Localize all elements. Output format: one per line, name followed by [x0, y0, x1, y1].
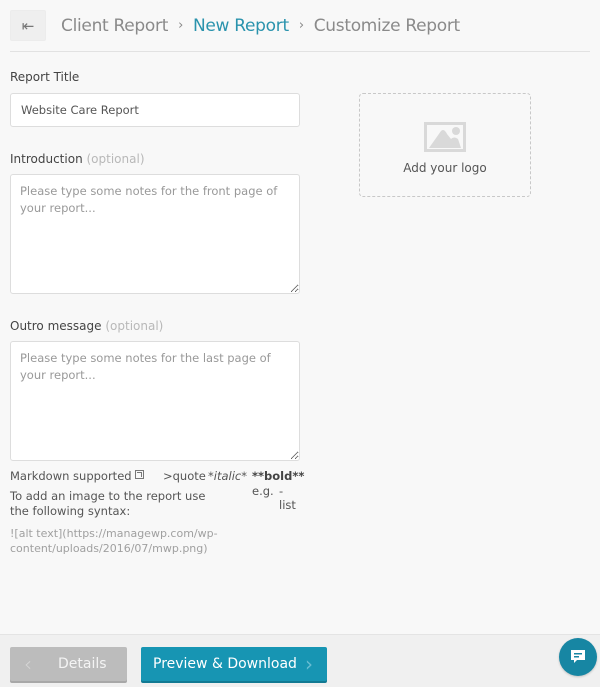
- add-logo-dropzone[interactable]: Add your logo: [359, 93, 531, 197]
- preview-download-label: Preview & Download: [153, 656, 297, 672]
- chat-icon: [571, 650, 585, 663]
- outro-label-text: Outro message: [10, 319, 102, 333]
- chevron-right-icon: ›: [305, 652, 313, 676]
- details-button-label: Details: [58, 656, 107, 672]
- markdown-supported-text: Markdown supported: [10, 469, 132, 483]
- markdown-quote-example: >quote: [163, 469, 206, 483]
- optional-hint: (optional): [105, 319, 164, 333]
- report-title-input[interactable]: [10, 93, 300, 127]
- image-syntax-help: To add an image to the report use the fo…: [10, 489, 206, 518]
- external-link-icon: [134, 470, 144, 479]
- introduction-label: Introduction (optional): [10, 152, 145, 166]
- add-logo-label: Add your logo: [403, 160, 487, 175]
- introduction-textarea[interactable]: [10, 174, 300, 294]
- breadcrumb: Client Report › New Report › Customize R…: [61, 16, 460, 36]
- preview-download-button[interactable]: Preview & Download ›: [141, 647, 327, 681]
- markdown-eg-label: e.g.: [252, 484, 274, 498]
- markdown-supported-link[interactable]: Markdown supported: [10, 469, 144, 483]
- image-syntax-example: ![alt text](https://managewp.com/wp-cont…: [10, 527, 218, 555]
- page-header: ⇤ Client Report › New Report › Customize…: [10, 0, 590, 52]
- introduction-label-text: Introduction: [10, 152, 83, 166]
- markdown-bold-example: **bold**: [252, 469, 305, 483]
- details-button[interactable]: ‹ Details: [10, 647, 127, 681]
- markdown-list-example: - list: [279, 484, 296, 512]
- chevron-left-icon: ‹: [24, 652, 32, 676]
- footer-bar: ‹ Details Preview & Download ›: [0, 634, 600, 687]
- back-button[interactable]: ⇤: [10, 10, 46, 41]
- breadcrumb-separator: ›: [298, 18, 304, 33]
- outro-label: Outro message (optional): [10, 319, 163, 333]
- breadcrumb-client-report[interactable]: Client Report: [61, 16, 168, 36]
- arrow-left-icon: ⇤: [21, 16, 35, 35]
- breadcrumb-customize-report: Customize Report: [313, 15, 461, 36]
- breadcrumb-new-report[interactable]: New Report: [193, 16, 289, 36]
- markdown-italic-example: *italic*: [208, 469, 247, 483]
- optional-hint: (optional): [86, 152, 145, 166]
- image-placeholder-icon: [424, 121, 466, 152]
- report-title-label: Report Title: [10, 70, 80, 84]
- breadcrumb-separator: ›: [178, 18, 183, 33]
- outro-textarea[interactable]: [10, 341, 300, 461]
- chat-button[interactable]: [559, 638, 597, 676]
